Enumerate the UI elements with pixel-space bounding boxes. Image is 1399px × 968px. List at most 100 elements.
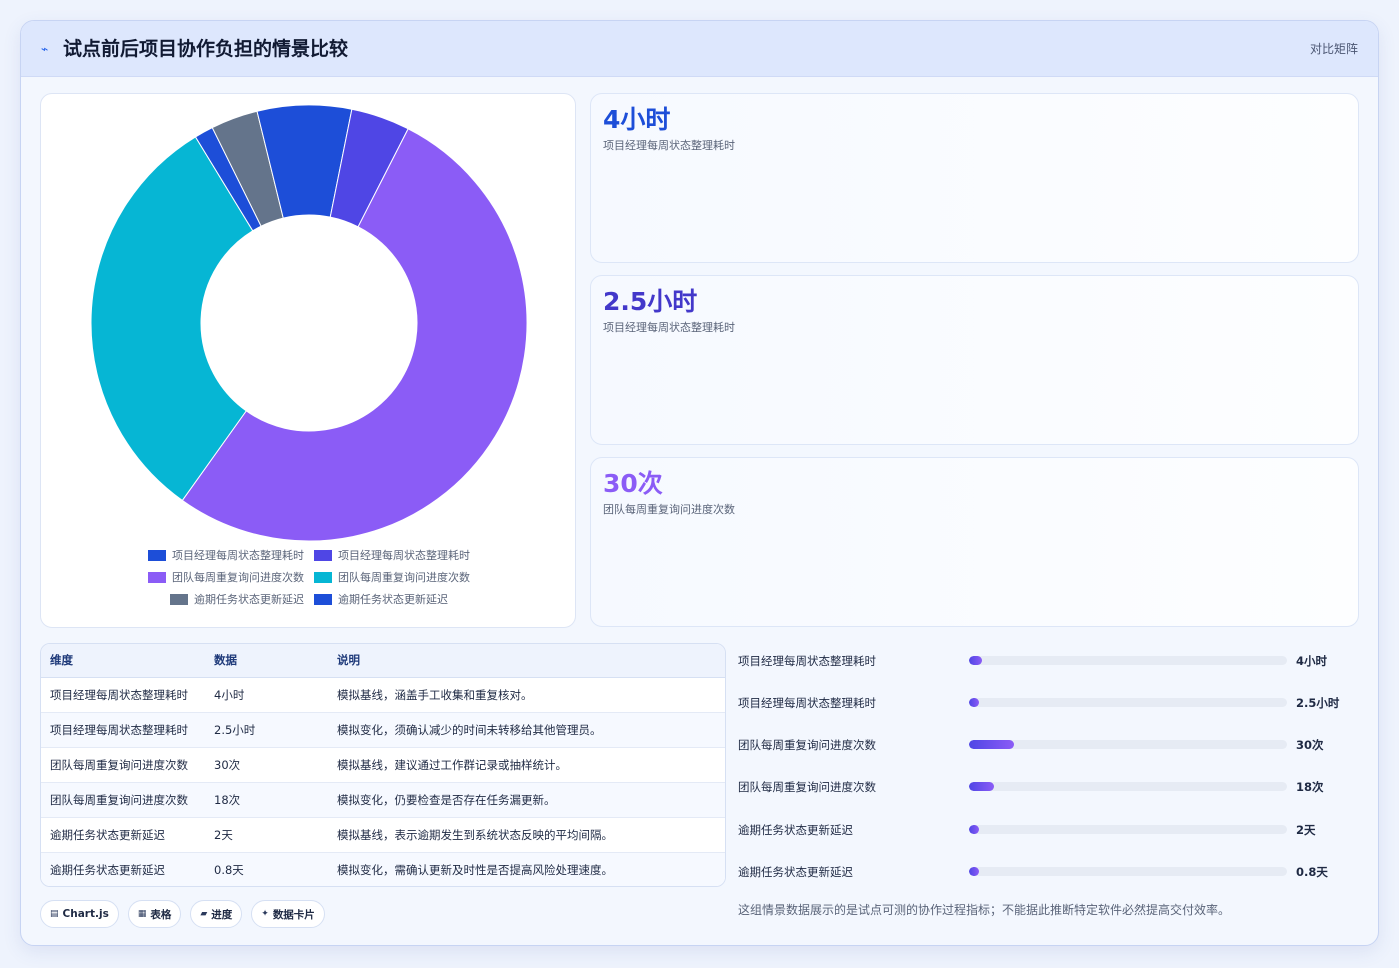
- table-cell: 模拟基线，建议通过工作群记录或抽样统计。: [328, 747, 725, 783]
- legend-item[interactable]: 团队每周重复询问进度次数: [148, 569, 304, 585]
- table-row: 逾期任务状态更新延迟 2天 模拟基线，表示逾期发生到系统状态反映的平均间隔。: [41, 817, 725, 853]
- table-cell: 18次: [205, 782, 328, 818]
- legend-item[interactable]: 团队每周重复询问进度次数: [314, 569, 470, 585]
- progress-value: 30次: [1296, 738, 1324, 752]
- progress-fill: [969, 740, 1014, 749]
- progress-label: 团队每周重复询问进度次数: [738, 780, 876, 794]
- legend-swatch: [314, 549, 332, 561]
- footnote: 这组情景数据展示的是试点可测的协作过程指标；不能据此推断特定软件必然提高交付效率…: [738, 903, 1231, 917]
- table-cell: 4小时: [205, 677, 328, 713]
- sparkle-icon: ✦: [261, 909, 269, 919]
- progress-track: [969, 825, 1287, 834]
- chip-label: 表格: [150, 908, 172, 921]
- progress-label: 项目经理每周状态整理耗时: [738, 696, 876, 710]
- kpi-value: 2.5小时: [603, 287, 698, 316]
- progress-track: [969, 782, 1287, 791]
- table-cell: 模拟变化，需确认更新及时性是否提高风险处理速度。: [328, 852, 725, 886]
- table-row: 团队每周重复询问进度次数 30次 模拟基线，建议通过工作群记录或抽样统计。: [41, 747, 725, 783]
- progress-row: 项目经理每周状态整理耗时 4小时: [738, 651, 1358, 671]
- table-cell: 30次: [205, 747, 328, 783]
- table-cell: 0.8天: [205, 852, 328, 886]
- table-row: 项目经理每周状态整理耗时 2.5小时 模拟变化，须确认减少的时间未转移给其他管理…: [41, 712, 725, 748]
- legend-label: 逾期任务状态更新延迟: [338, 593, 448, 606]
- legend-item[interactable]: 逾期任务状态更新延迟: [170, 591, 304, 607]
- donut-chart-card: 项目经理每周状态整理耗时 项目经理每周状态整理耗时 团队每周重复询问进度次数 团队每周…: [40, 93, 576, 628]
- progress-fill: [969, 656, 982, 665]
- chip-label: Chart.js: [62, 908, 109, 920]
- chip-table[interactable]: ▦ 表格: [127, 900, 182, 928]
- progress-track: [969, 740, 1287, 749]
- kpi-card-1: 4小时 项目经理每周状态整理耗时: [590, 93, 1359, 263]
- progress-value: 2.5小时: [1296, 696, 1340, 710]
- mode-label[interactable]: 对比矩阵: [1310, 40, 1358, 58]
- legend-swatch: [314, 593, 332, 605]
- table-cell: 模拟变化，须确认减少的时间未转移给其他管理员。: [328, 712, 725, 748]
- legend-row: 逾期任务状态更新延迟 逾期任务状态更新延迟: [41, 588, 577, 610]
- progress-value: 4小时: [1296, 654, 1328, 668]
- table-cell: 逾期任务状态更新延迟: [41, 817, 205, 853]
- chip-progress[interactable]: ▰ 进度: [190, 900, 243, 928]
- progress-value: 18次: [1296, 780, 1324, 794]
- table-icon: ▦: [137, 909, 147, 919]
- progress-fill: [969, 867, 979, 876]
- data-table-card: 维度 数据 说明 项目经理每周状态整理耗时 4小时 模拟基线，涵盖手工收集和重复…: [40, 643, 726, 887]
- legend-swatch: [148, 571, 166, 583]
- table-cell: 团队每周重复询问进度次数: [41, 747, 205, 783]
- kpi-label: 项目经理每周状态整理耗时: [603, 139, 735, 152]
- legend-row: 团队每周重复询问进度次数 团队每周重复询问进度次数: [41, 566, 577, 588]
- chip-label: 进度: [211, 908, 233, 921]
- legend-label: 逾期任务状态更新延迟: [194, 593, 304, 606]
- kpi-label: 团队每周重复询问进度次数: [603, 503, 735, 516]
- kpi-label: 项目经理每周状态整理耗时: [603, 321, 735, 334]
- chip-data-cards[interactable]: ✦ 数据卡片: [251, 900, 325, 928]
- progress-row: 团队每周重复询问进度次数 30次: [738, 735, 1358, 755]
- table-cell: 模拟基线，表示逾期发生到系统状态反映的平均间隔。: [328, 817, 725, 853]
- progress-value: 0.8天: [1296, 865, 1328, 879]
- progress-track: [969, 867, 1287, 876]
- progress-label: 逾期任务状态更新延迟: [738, 823, 853, 837]
- sparkline-icon: ⌁: [41, 42, 49, 56]
- table-cell: 2.5小时: [205, 712, 328, 748]
- progress-value: 2天: [1296, 823, 1316, 837]
- table-cell: 模拟基线，涵盖手工收集和重复核对。: [328, 677, 725, 713]
- legend-label: 项目经理每周状态整理耗时: [172, 549, 304, 562]
- header-bar: ⌁ 试点前后项目协作负担的情景比较 对比矩阵: [21, 21, 1378, 77]
- progress-track: [969, 656, 1287, 665]
- legend-item[interactable]: 逾期任务状态更新延迟: [314, 591, 448, 607]
- kpi-value: 4小时: [603, 105, 671, 134]
- chart-legend: 项目经理每周状态整理耗时 项目经理每周状态整理耗时 团队每周重复询问进度次数 团队每周…: [41, 544, 577, 610]
- column-header: 说明: [328, 644, 725, 678]
- progress-row: 逾期任务状态更新延迟 0.8天: [738, 862, 1358, 882]
- chart-icon: ▤: [50, 909, 59, 919]
- table-cell: 团队每周重复询问进度次数: [41, 782, 205, 818]
- donut-chart: [90, 104, 528, 542]
- progress-fill: [969, 825, 979, 834]
- legend-item[interactable]: 项目经理每周状态整理耗时: [314, 547, 470, 563]
- page-title: 试点前后项目协作负担的情景比较: [63, 38, 349, 60]
- table-cell: 2天: [205, 817, 328, 853]
- table-cell: 项目经理每周状态整理耗时: [41, 677, 205, 713]
- dashboard-panel: ⌁ 试点前后项目协作负担的情景比较 对比矩阵 项目经理每周状态整理耗时 项目经理每…: [20, 20, 1379, 946]
- table-cell: 逾期任务状态更新延迟: [41, 852, 205, 886]
- progress-label: 逾期任务状态更新延迟: [738, 865, 853, 879]
- column-header: 维度: [41, 644, 205, 678]
- progress-row: 逾期任务状态更新延迟 2天: [738, 820, 1358, 840]
- progress-fill: [969, 698, 979, 707]
- progress-icon: ▰: [200, 909, 208, 919]
- table-row: 团队每周重复询问进度次数 18次 模拟变化，仍要检查是否存在任务漏更新。: [41, 782, 725, 818]
- progress-label: 项目经理每周状态整理耗时: [738, 654, 876, 668]
- legend-swatch: [148, 549, 166, 561]
- progress-track: [969, 698, 1287, 707]
- legend-label: 项目经理每周状态整理耗时: [338, 549, 470, 562]
- chip-chartjs[interactable]: ▤ Chart.js: [40, 900, 119, 928]
- legend-label: 团队每周重复询问进度次数: [338, 571, 470, 584]
- legend-label: 团队每周重复询问进度次数: [172, 571, 304, 584]
- chip-label: 数据卡片: [272, 908, 315, 921]
- progress-label: 团队每周重复询问进度次数: [738, 738, 876, 752]
- progress-row: 项目经理每周状态整理耗时 2.5小时: [738, 693, 1358, 713]
- legend-swatch: [170, 593, 188, 605]
- kpi-card-2: 2.5小时 项目经理每周状态整理耗时: [590, 275, 1359, 445]
- legend-item[interactable]: 项目经理每周状态整理耗时: [148, 547, 304, 563]
- legend-swatch: [314, 571, 332, 583]
- library-chips: ▤ Chart.js ▦ 表格 ▰ 进度 ✦ 数据卡片: [40, 900, 325, 928]
